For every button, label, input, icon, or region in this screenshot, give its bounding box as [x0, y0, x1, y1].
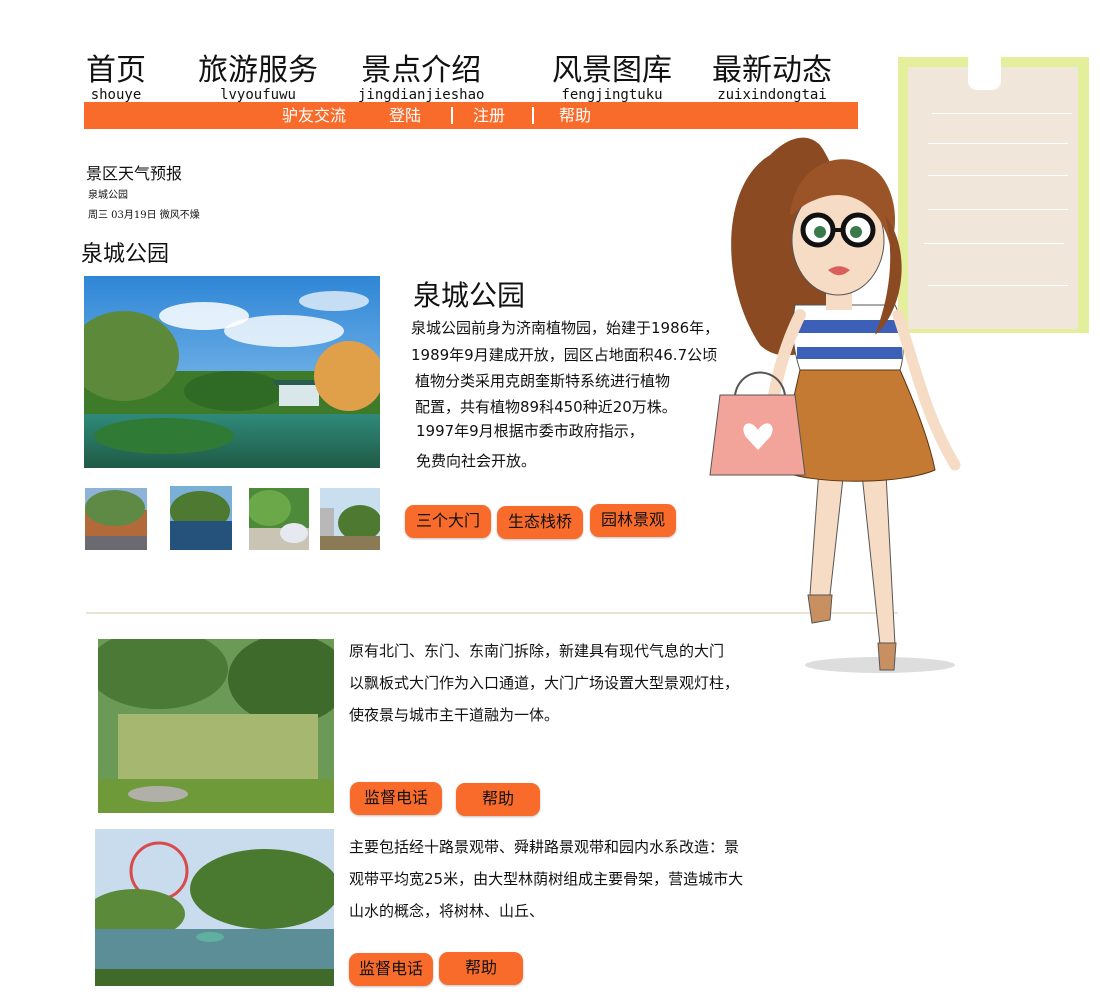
- thumbnail-photo[interactable]: [249, 488, 309, 550]
- note-tab: [968, 56, 1001, 90]
- weather-location: 泉城公园: [88, 190, 128, 201]
- nav-item-attractions[interactable]: 景点介绍 jingdianjieshao: [358, 53, 485, 103]
- intro-line: 1989年9月建成开放，园区占地面积46.7公顷: [411, 346, 718, 364]
- article-text-line: 以飘板式大门作为入口通道，大门广场设置大型景观灯柱，: [349, 674, 740, 692]
- nav-label: 首页: [86, 53, 146, 88]
- nav-item-gallery[interactable]: 风景图库 fengjingtuku: [552, 53, 672, 103]
- weather-forecast: 周三 03月19日 微风不燥: [88, 210, 200, 221]
- article-text-line: 观带平均宽25米，由大型林荫树组成主要骨架，营造城市大: [349, 870, 744, 888]
- intro-line: 配置，共有植物89科450种近20万株。: [415, 398, 677, 416]
- park-main-photo: [84, 276, 380, 468]
- sub-nav-forum[interactable]: 驴友交流: [282, 106, 346, 126]
- note-line: [932, 113, 1072, 114]
- sub-nav-login[interactable]: 登陆: [389, 106, 421, 126]
- sub-nav-help[interactable]: 帮助: [559, 106, 591, 126]
- separator: [532, 107, 534, 124]
- nav-pinyin: shouye: [90, 87, 142, 103]
- nav-item-travel-service[interactable]: 旅游服务 lvyoufuwu: [198, 53, 318, 103]
- nav-pinyin: jingdianjieshao: [358, 87, 485, 103]
- intro-line: 1997年9月根据市委市政府指示，: [416, 422, 644, 440]
- intro-line: 植物分类采用克朗奎斯特系统进行植物: [415, 372, 671, 390]
- help-button[interactable]: 帮助: [439, 952, 523, 985]
- nav-label: 旅游服务: [198, 53, 318, 88]
- section-title: 泉城公园: [81, 242, 170, 267]
- supervision-phone-button[interactable]: 监督电话: [350, 782, 442, 815]
- nav-label: 最新动态: [712, 53, 832, 88]
- article-text-line: 使夜景与城市主干道融为一体。: [349, 706, 560, 724]
- separator: [451, 107, 453, 124]
- sub-nav-register[interactable]: 注册: [473, 106, 505, 126]
- article-photo: [95, 829, 334, 986]
- nav-pinyin: fengjingtuku: [561, 87, 663, 103]
- nav-label: 风景图库: [552, 53, 672, 88]
- park-title: 泉城公园: [413, 279, 526, 312]
- help-button[interactable]: 帮助: [456, 783, 540, 816]
- garden-landscape-button[interactable]: 园林景观: [590, 504, 676, 537]
- weather-title: 景区天气预报: [86, 164, 183, 183]
- nav-item-home[interactable]: 首页 shouye: [86, 53, 146, 103]
- article-photo: [98, 639, 334, 813]
- thumbnail-photo[interactable]: [170, 486, 232, 550]
- article-text-line: 主要包括经十路景观带、舜耕路景观带和园内水系改造：景: [349, 838, 740, 856]
- nav-item-news[interactable]: 最新动态 zuixindongtai: [712, 53, 832, 103]
- supervision-phone-button[interactable]: 监督电话: [349, 953, 433, 986]
- intro-line: 免费向社会开放。: [416, 452, 537, 470]
- eco-bridge-button[interactable]: 生态栈桥: [497, 506, 583, 539]
- girl-illustration: [709, 137, 961, 673]
- intro-line: 泉城公园前身为济南植物园，始建于1986年，: [411, 319, 720, 337]
- three-gates-button[interactable]: 三个大门: [405, 505, 491, 538]
- article-text-line: 原有北门、东门、东南门拆除，新建具有现代气息的大门: [349, 642, 725, 660]
- article-text-line: 山水的概念，将树林、山丘、: [349, 902, 545, 920]
- nav-pinyin: lvyoufuwu: [220, 87, 296, 103]
- thumbnail-photo[interactable]: [320, 488, 380, 550]
- nav-label: 景点介绍: [361, 53, 482, 88]
- thumbnail-photo[interactable]: [85, 488, 147, 550]
- nav-pinyin: zuixindongtai: [717, 87, 827, 103]
